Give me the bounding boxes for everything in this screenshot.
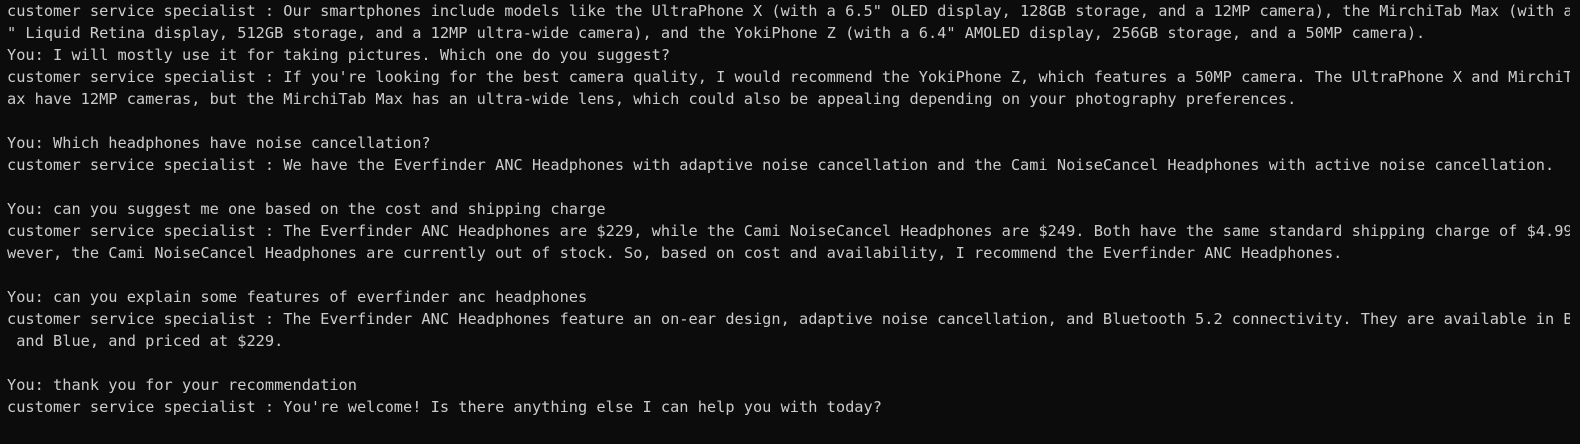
- terminal-line-5: ax have 12MP cameras, but the MirchiTab …: [7, 90, 1297, 108]
- terminal-window[interactable]: customer service specialist : Our smartp…: [0, 0, 1580, 444]
- terminal-line-19: customer service specialist : You're wel…: [7, 398, 882, 416]
- terminal-line-14: You: can you explain some features of ev…: [7, 288, 588, 306]
- terminal-line-15: customer service specialist : The Everfi…: [7, 310, 1580, 328]
- terminal-line-13: [7, 264, 1572, 286]
- terminal-line-10: You: can you suggest me one based on the…: [7, 200, 606, 218]
- terminal-input-line[interactable]: [7, 418, 1572, 440]
- terminal-line-1: customer service specialist : Our smartp…: [7, 2, 1580, 20]
- terminal-line-17: [7, 352, 1572, 374]
- terminal-line-2: " Liquid Retina display, 512GB storage, …: [7, 24, 1426, 42]
- scrollbar[interactable]: [1570, 0, 1580, 444]
- terminal-line-7: You: Which headphones have noise cancell…: [7, 134, 431, 152]
- terminal-line-18: You: thank you for your recommendation: [7, 376, 357, 394]
- terminal-line-16: and Blue, and priced at $229.: [7, 332, 284, 350]
- terminal-line-6: [7, 110, 1572, 132]
- terminal-line-11: customer service specialist : The Everfi…: [7, 222, 1580, 240]
- terminal-line-4: customer service specialist : If you're …: [7, 68, 1580, 86]
- terminal-line-3: You: I will mostly use it for taking pic…: [7, 46, 671, 64]
- terminal-line-12: wever, the Cami NoiseCancel Headphones a…: [7, 244, 1343, 262]
- terminal-line-9: [7, 176, 1572, 198]
- terminal-line-8: customer service specialist : We have th…: [7, 156, 1555, 174]
